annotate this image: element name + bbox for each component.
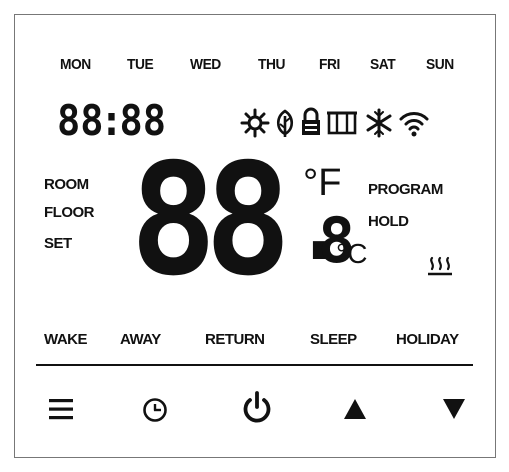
- label-floor: FLOOR: [44, 204, 95, 221]
- snowflake-icon: [364, 108, 394, 138]
- day-mon: MON: [60, 56, 91, 73]
- day-fri: FRI: [319, 56, 340, 73]
- mode-away: AWAY: [120, 331, 161, 348]
- day-sat: SAT: [370, 56, 396, 73]
- day-tue: TUE: [127, 56, 154, 73]
- mode-holiday: HOLIDAY: [396, 331, 459, 348]
- mode-sleep: SLEEP: [310, 331, 357, 348]
- lock-icon: [300, 106, 322, 138]
- window-icon: [327, 110, 357, 136]
- divider-line: [36, 364, 473, 366]
- menu-button[interactable]: [48, 396, 74, 422]
- clock-icon: [143, 398, 167, 422]
- day-wed: WED: [190, 56, 221, 73]
- mode-wake: WAKE: [44, 331, 88, 348]
- down-button[interactable]: [442, 398, 466, 420]
- day-sun: SUN: [426, 56, 454, 73]
- label-hold: HOLD: [368, 213, 409, 230]
- clock-button[interactable]: [141, 396, 169, 424]
- clock-hours: 88: [57, 96, 104, 145]
- wifi-icon: [398, 109, 430, 137]
- day-thu: THU: [258, 56, 285, 73]
- up-button[interactable]: [343, 398, 367, 420]
- unit-fahrenheit: °F: [303, 162, 342, 204]
- label-program: PROGRAM: [368, 181, 443, 198]
- mode-return: RETURN: [205, 331, 265, 348]
- unit-celsius: °C: [336, 238, 368, 269]
- label-set: SET: [44, 235, 72, 252]
- up-arrow-icon: [344, 399, 366, 419]
- power-button[interactable]: [240, 390, 274, 426]
- down-arrow-icon: [443, 399, 465, 419]
- heat-waves-icon: [427, 256, 453, 276]
- label-room: ROOM: [44, 176, 89, 193]
- menu-icon: [49, 399, 73, 420]
- temperature-integer: 88: [130, 130, 292, 310]
- power-icon: [243, 391, 271, 423]
